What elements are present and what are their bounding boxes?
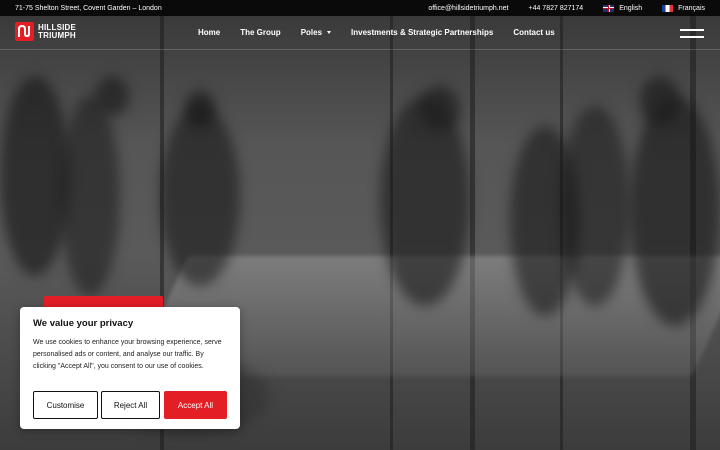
nav-contact[interactable]: Contact us [513, 28, 554, 37]
chevron-down-icon [327, 31, 332, 34]
language-english-label: English [619, 4, 643, 12]
hamburger-menu-icon[interactable] [680, 27, 704, 39]
nav-menu: Home The Group Poles Investments & Strat… [198, 28, 575, 37]
top-info-bar: 71-75 Shelton Street, Covent Garden – Lo… [0, 0, 720, 16]
email-link[interactable]: office@hillsidetriumph.net [428, 5, 508, 12]
language-french[interactable]: Français [662, 4, 705, 12]
nav-poles[interactable]: Poles [300, 28, 332, 37]
nav-poles-label: Poles [300, 28, 323, 37]
cookie-consent-dialog: We value your privacy We use cookies to … [20, 307, 240, 429]
cookie-title: We value your privacy [33, 318, 134, 329]
phone-link[interactable]: +44 7827 827174 [528, 5, 583, 12]
logo-mark-icon [15, 22, 34, 41]
nav-investments[interactable]: Investments & Strategic Partnerships [351, 28, 493, 37]
customise-button[interactable]: Customise [33, 391, 98, 419]
address-text: 71-75 Shelton Street, Covent Garden – Lo… [15, 4, 162, 12]
site-logo[interactable]: HILLSIDE TRIUMPH [15, 22, 76, 41]
reject-all-button[interactable]: Reject All [101, 391, 160, 419]
nav-home[interactable]: Home [198, 28, 220, 37]
accept-all-button[interactable]: Accept All [164, 391, 227, 419]
cookie-buttons: Customise Reject All Accept All [33, 391, 227, 419]
logo-line-2: TRIUMPH [38, 30, 76, 40]
language-english[interactable]: English [603, 4, 643, 12]
uk-flag-icon [603, 4, 615, 12]
main-navigation: HILLSIDE TRIUMPH Home The Group Poles In… [0, 16, 720, 50]
cookie-body: We use cookies to enhance your browsing … [33, 339, 222, 370]
logo-text: HILLSIDE TRIUMPH [38, 23, 76, 40]
nav-the-group[interactable]: The Group [240, 28, 280, 37]
france-flag-icon [662, 4, 674, 12]
language-french-label: Français [678, 4, 705, 12]
